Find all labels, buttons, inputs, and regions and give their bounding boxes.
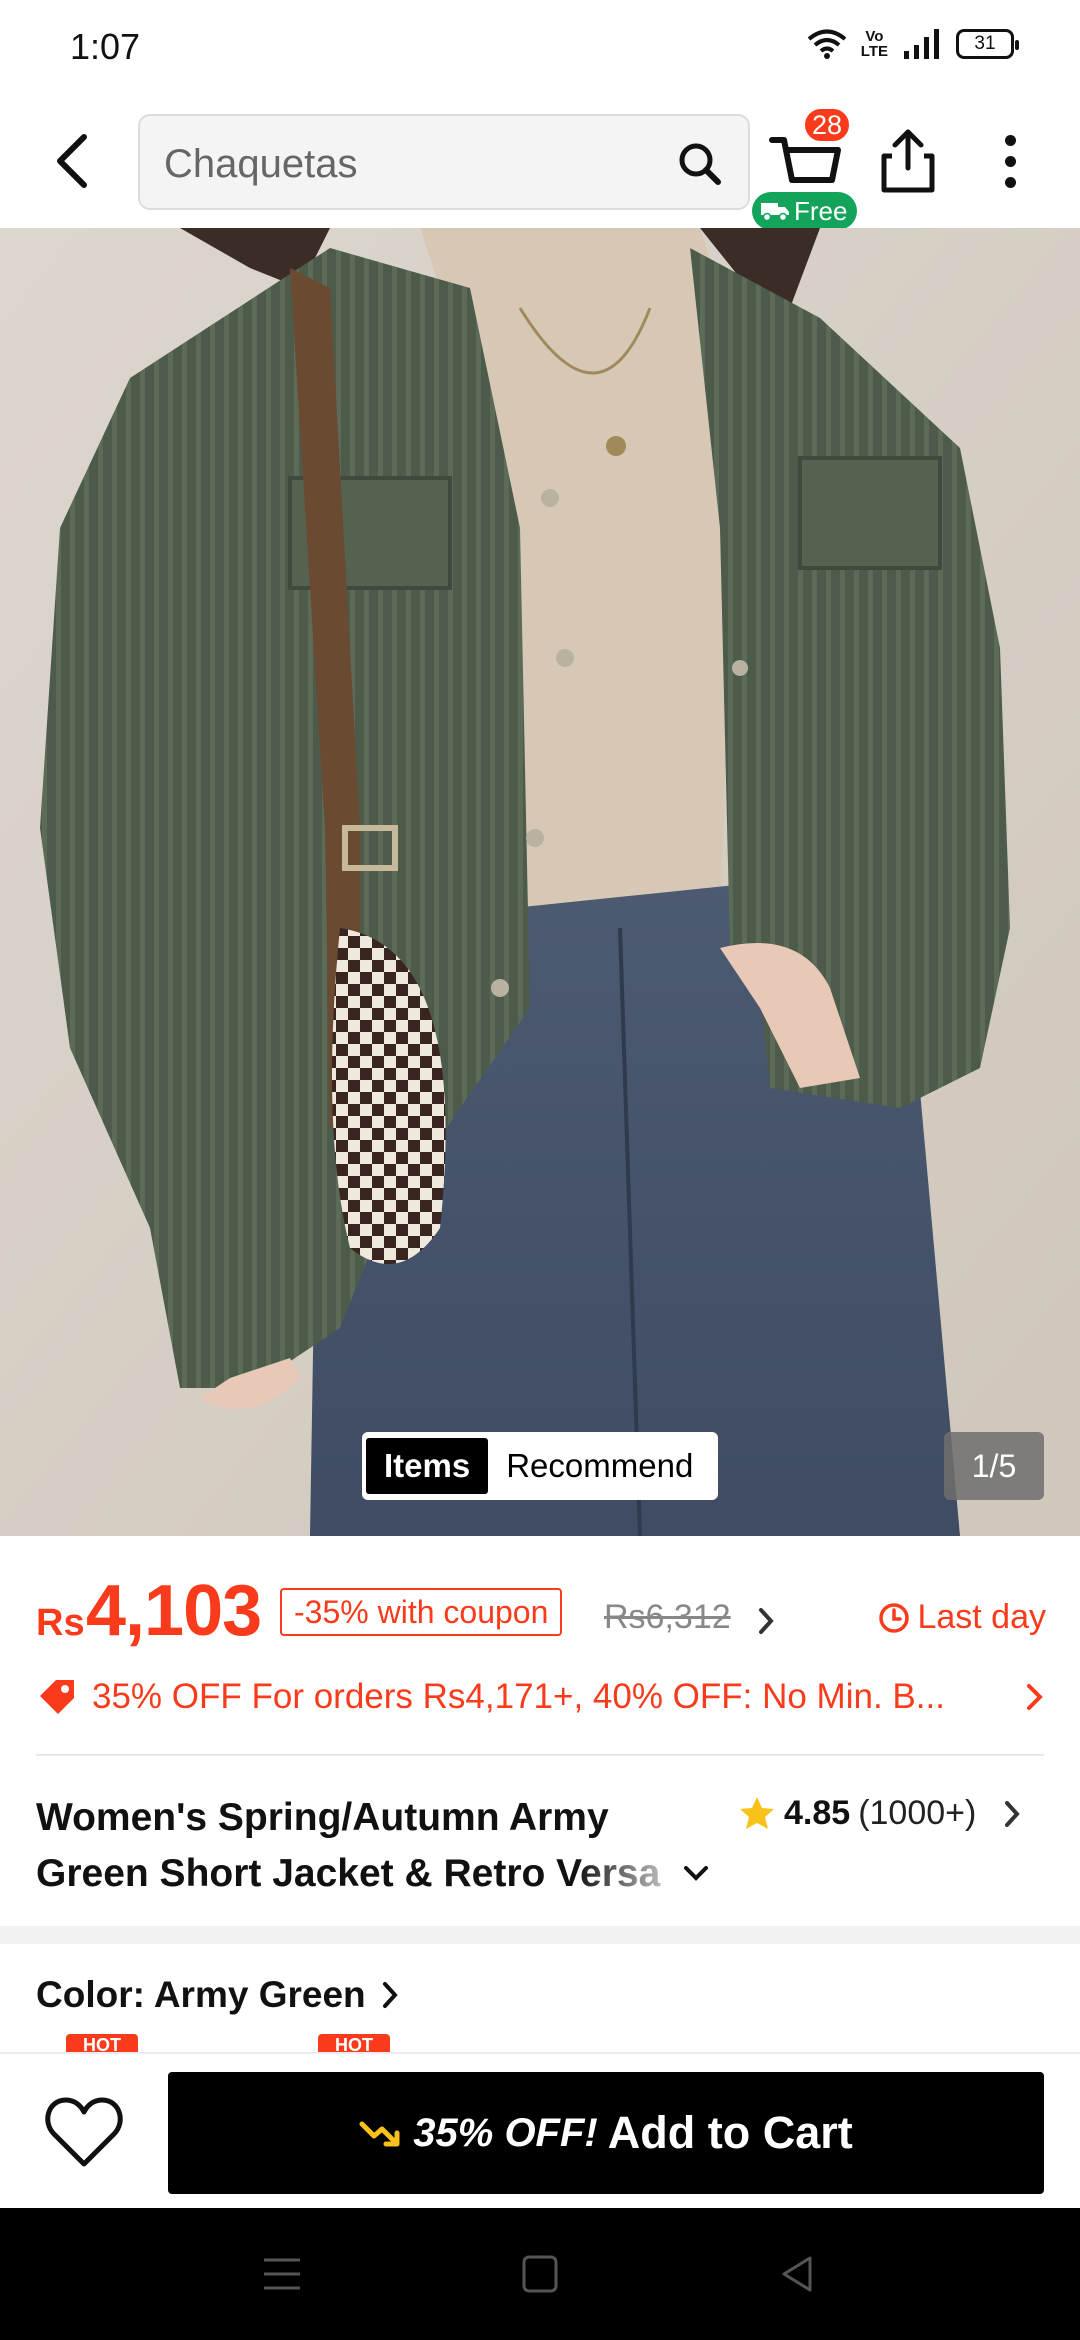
gallery-tabs: Items Recommend bbox=[362, 1432, 718, 1500]
status-icons: Vo LTE 31 bbox=[807, 28, 1019, 60]
battery-icon: 31 bbox=[956, 29, 1019, 59]
clock-icon bbox=[879, 1602, 910, 1633]
price-currency: Rs bbox=[36, 1602, 85, 1644]
add-to-cart-button[interactable]: 35% OFF! Add to Cart bbox=[168, 2072, 1044, 2194]
section-separator bbox=[0, 1926, 1080, 1944]
back-nav-icon[interactable] bbox=[774, 2252, 822, 2296]
truck-icon bbox=[761, 203, 789, 222]
more-dots-icon bbox=[1004, 134, 1016, 146]
deadline-label: Last day bbox=[877, 1598, 1046, 1637]
hot-tag: HOT bbox=[318, 2034, 390, 2054]
color-label: Color: Army Green bbox=[36, 1974, 366, 2015]
price-value: 4,103 bbox=[86, 1571, 262, 1651]
product-title-text: Women's Spring/Autumn Army Green Short J… bbox=[36, 1790, 726, 1902]
divider bbox=[36, 1754, 1044, 1756]
status-bar: 1:07 Vo LTE 31 bbox=[0, 0, 1080, 96]
rating[interactable]: 4.85 (1000+) bbox=[738, 1794, 1022, 1833]
original-price[interactable]: Rs6,312 bbox=[604, 1598, 731, 1637]
color-selector-header[interactable]: Color: Army Green bbox=[36, 1974, 400, 2016]
signal-icon bbox=[904, 29, 939, 59]
hot-tag: HOT bbox=[66, 2034, 138, 2054]
chevron-right-icon[interactable] bbox=[756, 1604, 776, 1638]
promo-text: 35% OFF For orders Rs4,171+, 40% OFF: No… bbox=[92, 1677, 945, 1716]
cart-count-badge: 28 bbox=[802, 106, 852, 144]
chevron-right-icon bbox=[1027, 1684, 1043, 1710]
share-icon bbox=[881, 129, 935, 193]
tab-items[interactable]: Items bbox=[366, 1438, 489, 1494]
recent-apps-icon[interactable] bbox=[258, 2252, 306, 2296]
coupon-badge[interactable]: -35% with coupon bbox=[280, 1588, 563, 1636]
product-photo bbox=[0, 228, 1080, 1536]
chevron-right-icon bbox=[1005, 1800, 1021, 1827]
more-options-button[interactable] bbox=[990, 126, 1030, 196]
top-nav: Chaquetas 28 Free bbox=[0, 96, 1080, 230]
star-icon bbox=[740, 1796, 774, 1829]
bottom-action-bar: 35% OFF! Add to Cart bbox=[0, 2052, 1080, 2208]
volte-icon: Vo LTE bbox=[860, 28, 888, 60]
system-nav-bar bbox=[0, 2208, 1080, 2340]
product-image-gallery[interactable]: Items Recommend 1/5 bbox=[0, 228, 1080, 1536]
search-icon[interactable] bbox=[674, 138, 726, 190]
product-title[interactable]: Women's Spring/Autumn Army Green Short J… bbox=[36, 1790, 726, 1902]
search-placeholder: Chaquetas bbox=[164, 142, 358, 186]
tag-icon bbox=[40, 1680, 74, 1714]
price-row: Rs 4,103 -35% with coupon Rs6,312 Last d… bbox=[36, 1568, 1046, 1651]
tab-recommend[interactable]: Recommend bbox=[488, 1447, 711, 1485]
cart-discount-text: 35% OFF! bbox=[413, 2110, 598, 2155]
chevron-right-icon bbox=[382, 1982, 398, 2008]
free-shipping-badge: Free bbox=[752, 192, 858, 230]
status-time: 1:07 bbox=[70, 26, 141, 67]
review-count: (1000+) bbox=[858, 1794, 977, 1832]
cart-button[interactable]: 28 Free bbox=[752, 106, 862, 230]
rating-value: 4.85 bbox=[784, 1794, 851, 1832]
share-button[interactable] bbox=[878, 126, 938, 196]
promo-banner[interactable]: 35% OFF For orders Rs4,171+, 40% OFF: No… bbox=[36, 1672, 1046, 1722]
trend-down-icon bbox=[359, 2121, 400, 2147]
back-arrow-icon bbox=[57, 134, 87, 188]
home-icon[interactable] bbox=[516, 2252, 564, 2296]
wifi-icon bbox=[807, 29, 847, 59]
back-button[interactable] bbox=[40, 126, 104, 196]
search-input[interactable]: Chaquetas bbox=[138, 114, 750, 210]
heart-icon bbox=[45, 2097, 123, 2167]
image-counter: 1/5 bbox=[944, 1432, 1044, 1500]
wishlist-button[interactable] bbox=[44, 2094, 124, 2170]
expand-chevron-icon[interactable] bbox=[676, 1854, 716, 1894]
add-to-cart-label: Add to Cart bbox=[607, 2107, 853, 2158]
